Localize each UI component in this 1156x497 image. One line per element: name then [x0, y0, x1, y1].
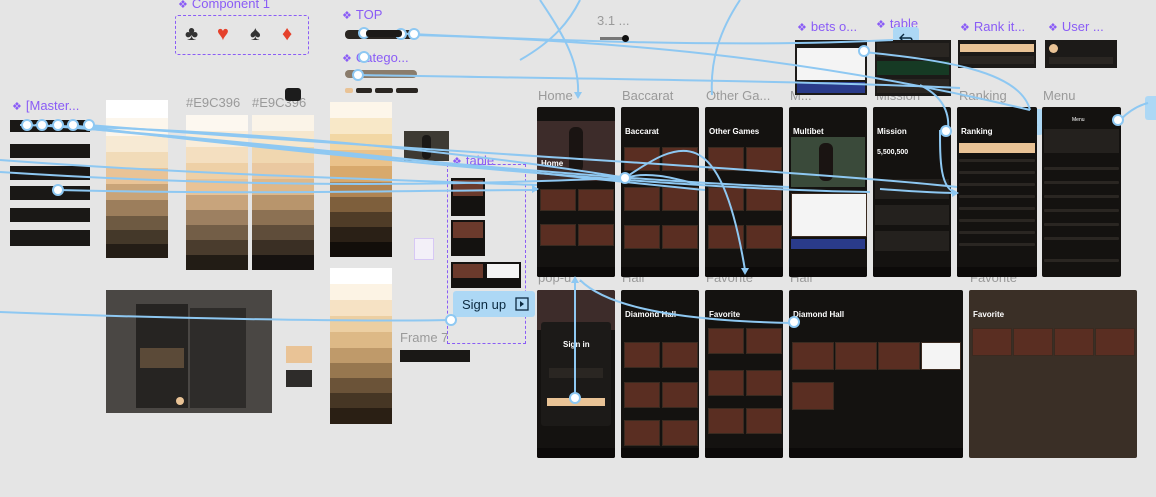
prototype-connections — [0, 0, 1149, 404]
top-bar-preview — [366, 30, 402, 37]
v31-dot — [622, 35, 629, 42]
